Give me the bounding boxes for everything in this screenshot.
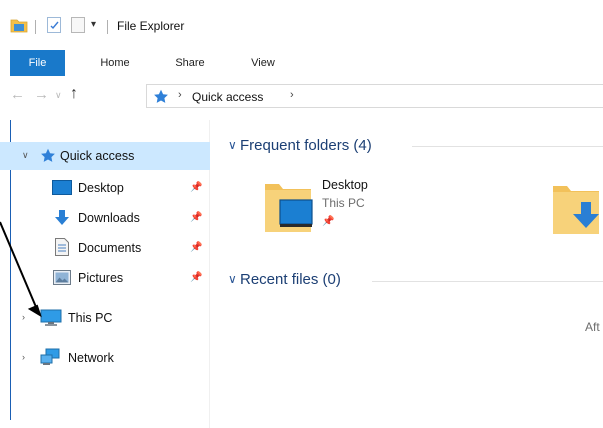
- downloads-folder-icon: [553, 186, 599, 234]
- forward-arrow-icon[interactable]: →: [34, 86, 49, 103]
- nav-item-label: Quick access: [60, 149, 135, 163]
- desktop-icon: [52, 180, 72, 198]
- toolbar-separator: [35, 20, 36, 34]
- documents-icon: [55, 238, 69, 259]
- nav-item-pictures[interactable]: Pictures 📌: [0, 264, 210, 292]
- recent-files-header[interactable]: Recent files (0): [240, 271, 341, 288]
- pin-icon[interactable]: 📌: [190, 242, 202, 253]
- nav-item-label: Desktop: [78, 181, 124, 195]
- folder-tile-downloads[interactable]: [551, 182, 603, 237]
- expand-chevron-down-icon[interactable]: ∨: [22, 150, 29, 161]
- toolbar-separator: [107, 20, 108, 34]
- nav-item-network[interactable]: › Network: [0, 344, 210, 372]
- frequent-folders-header[interactable]: Frequent folders (4): [240, 137, 372, 154]
- pin-icon[interactable]: 📌: [190, 272, 202, 283]
- tab-share[interactable]: Share: [164, 50, 216, 76]
- tab-file[interactable]: File: [10, 50, 65, 76]
- desktop-folder-icon: [265, 184, 313, 232]
- up-arrow-icon[interactable]: ↑: [70, 85, 78, 103]
- nav-item-label: Network: [68, 351, 114, 365]
- breadcrumb-quick-access[interactable]: Quick access: [192, 90, 263, 104]
- pin-icon: 📌: [322, 216, 335, 227]
- new-folder-icon[interactable]: [71, 17, 85, 33]
- nav-item-downloads[interactable]: Downloads 📌: [0, 204, 210, 232]
- collapse-chevron-icon[interactable]: ∨: [228, 138, 237, 152]
- nav-item-label: Documents: [78, 241, 142, 255]
- customize-toolbar-dropdown-icon[interactable]: ▾: [91, 16, 96, 34]
- group-divider: [412, 146, 603, 147]
- folder-quick-access-icon[interactable]: [10, 17, 28, 36]
- breadcrumb-chevron-icon[interactable]: ›: [178, 89, 182, 101]
- folder-name[interactable]: Desktop: [322, 178, 368, 192]
- folder-tile-desktop[interactable]: [263, 178, 313, 237]
- tab-view[interactable]: View: [238, 50, 288, 76]
- this-pc-icon: [40, 309, 62, 330]
- tab-home[interactable]: Home: [90, 50, 140, 76]
- nav-item-this-pc[interactable]: › This PC: [0, 304, 210, 332]
- expand-chevron-right-icon[interactable]: ›: [22, 312, 25, 322]
- pin-icon[interactable]: 📌: [190, 182, 202, 193]
- back-arrow-icon[interactable]: ←: [10, 86, 25, 103]
- quick-access-star-icon: [153, 89, 169, 107]
- pictures-icon: [53, 270, 71, 288]
- nav-item-label: Pictures: [78, 271, 124, 285]
- downloads-icon: [54, 209, 70, 230]
- nav-item-label: Downloads: [78, 211, 140, 225]
- properties-icon[interactable]: [47, 17, 61, 33]
- folder-location: This PC: [322, 196, 365, 210]
- nav-item-quick-access[interactable]: ∨ Quick access: [0, 142, 210, 170]
- recent-locations-chevron-icon[interactable]: ∨: [55, 90, 62, 101]
- breadcrumb-chevron-icon[interactable]: ›: [290, 89, 294, 101]
- expand-chevron-right-icon[interactable]: ›: [22, 352, 25, 362]
- pin-icon[interactable]: 📌: [190, 212, 202, 223]
- quick-access-star-icon: [40, 148, 56, 166]
- nav-item-label: This PC: [68, 311, 113, 325]
- recent-files-empty-text: Aft: [585, 320, 600, 334]
- nav-item-desktop[interactable]: Desktop 📌: [0, 174, 210, 202]
- group-divider: [372, 281, 603, 282]
- collapse-chevron-icon[interactable]: ∨: [228, 272, 237, 286]
- nav-item-documents[interactable]: Documents 📌: [0, 234, 210, 262]
- window-title: File Explorer: [117, 19, 185, 33]
- network-icon: [40, 348, 60, 369]
